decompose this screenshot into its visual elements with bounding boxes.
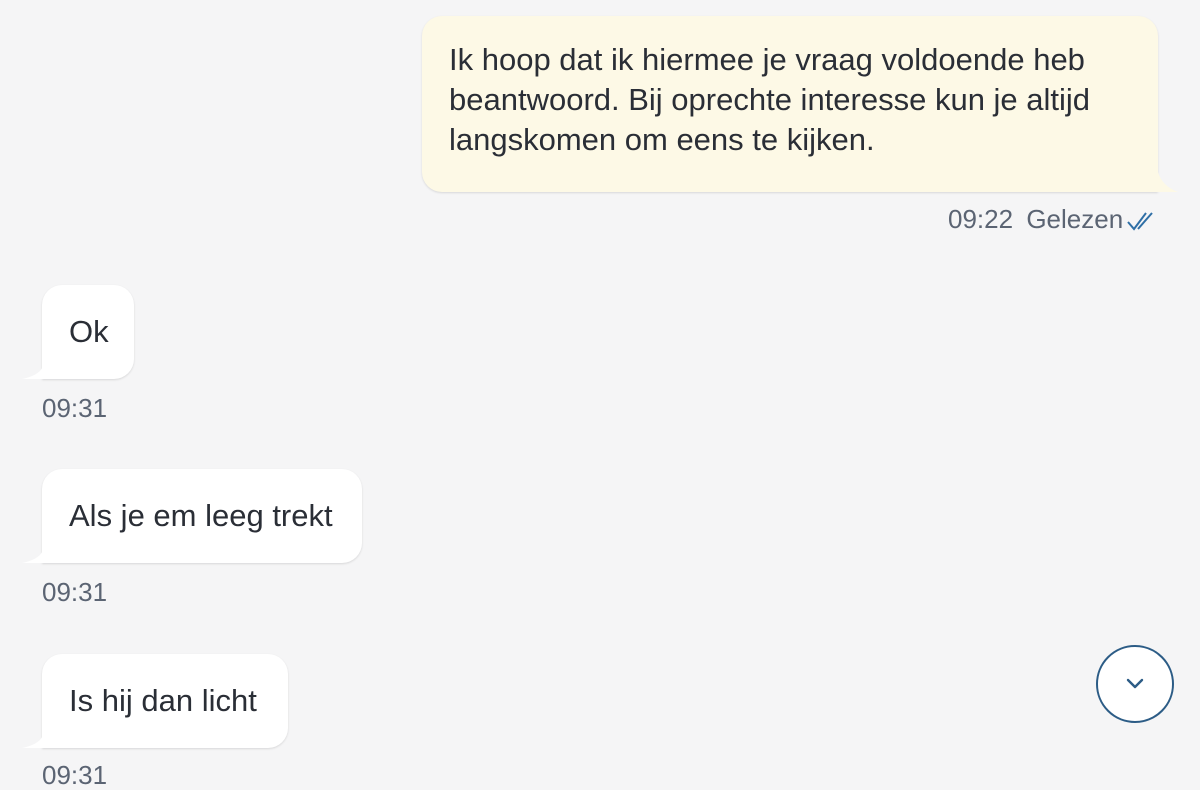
message-time: 09:31 (42, 577, 108, 607)
bubble-tail (22, 732, 44, 748)
chevron-down-icon (1126, 678, 1144, 689)
bubble-tail (22, 363, 44, 379)
bubble-tail (22, 547, 44, 563)
message-meta: 09:22 Gelezen (948, 204, 1123, 234)
outgoing-message-bubble[interactable]: Ik hoop dat ik hiermee je vraag voldoend… (422, 16, 1158, 192)
message-time: 09:31 (42, 760, 108, 790)
message-text: Ik hoop dat ik hiermee je vraag voldoend… (449, 42, 1091, 157)
read-status: Gelezen (1026, 204, 1124, 234)
scroll-to-bottom-button[interactable] (1096, 645, 1174, 723)
chat-thread[interactable]: Ik hoop dat ik hiermee je vraag voldoend… (0, 0, 1200, 790)
message-time: 09:22 (948, 204, 1014, 234)
bubble-tail (1148, 172, 1178, 192)
double-check-icon (1127, 212, 1153, 231)
incoming-message-bubble[interactable]: Als je em leeg trekt (42, 469, 362, 563)
message-text: Ok (69, 314, 109, 349)
message-text: Is hij dan licht (69, 683, 257, 718)
incoming-message-bubble[interactable]: Ok (42, 285, 134, 379)
message-time: 09:31 (42, 393, 108, 423)
incoming-message-bubble[interactable]: Is hij dan licht (42, 654, 288, 748)
message-text: Als je em leeg trekt (69, 498, 333, 533)
